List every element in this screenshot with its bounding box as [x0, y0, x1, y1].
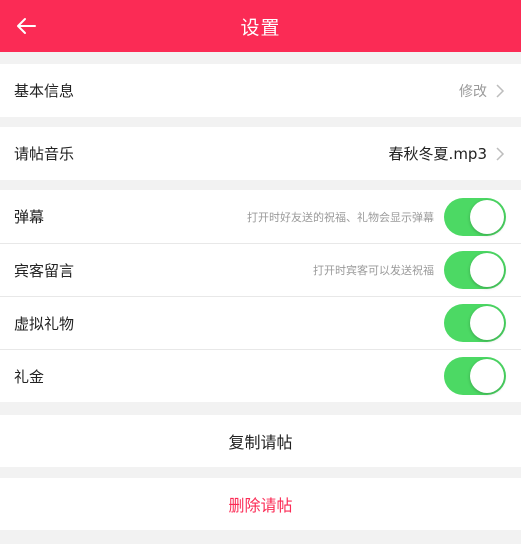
- danmaku-label: 弹幕: [14, 208, 45, 226]
- basic-info-label: 基本信息: [14, 82, 75, 100]
- toggle-knob: [470, 359, 504, 393]
- chevron-right-icon: [496, 83, 505, 98]
- delete-invitation-button[interactable]: 删除请帖: [0, 478, 521, 530]
- basic-info-row[interactable]: 基本信息 修改: [0, 64, 521, 117]
- music-section: 请帖音乐 春秋冬夏.mp3: [0, 127, 521, 180]
- toggle-knob: [470, 253, 504, 287]
- virtual-gift-toggle[interactable]: [444, 304, 506, 342]
- virtual-gift-row: 虚拟礼物: [0, 296, 521, 349]
- header-bar: 设置: [0, 0, 521, 52]
- basic-info-edit[interactable]: 修改: [459, 81, 505, 101]
- back-button[interactable]: [10, 10, 42, 42]
- guest-message-row: 宾客留言 打开时宾客可以发送祝福: [0, 243, 521, 296]
- gift-money-label: 礼金: [14, 367, 45, 386]
- toggle-knob: [470, 199, 504, 234]
- danmaku-hint: 打开时好友送的祝福、礼物会显示弹幕: [247, 210, 434, 224]
- chevron-right-icon: [496, 146, 505, 161]
- toggle-knob: [470, 306, 504, 340]
- guest-message-toggle[interactable]: [444, 251, 506, 289]
- gift-money-row: 礼金: [0, 349, 521, 402]
- virtual-gift-label: 虚拟礼物: [14, 314, 75, 333]
- gift-money-toggle[interactable]: [444, 357, 506, 395]
- page-title: 设置: [240, 16, 281, 39]
- danmaku-toggle[interactable]: [444, 197, 506, 236]
- arrow-left-icon: [17, 18, 36, 34]
- music-select[interactable]: 春秋冬夏.mp3: [389, 143, 505, 164]
- basic-info-section: 基本信息 修改: [0, 64, 521, 117]
- toggles-section: 弹幕 打开时好友送的祝福、礼物会显示弹幕 宾客留言 打开时宾客可以发送祝福 虚拟…: [0, 190, 521, 402]
- music-label: 请帖音乐: [14, 145, 75, 163]
- guest-message-label: 宾客留言: [14, 261, 75, 280]
- copy-invitation-button[interactable]: 复制请帖: [0, 415, 521, 467]
- edit-link-label: 修改: [459, 83, 487, 100]
- danmaku-row: 弹幕 打开时好友送的祝福、礼物会显示弹幕: [0, 190, 521, 243]
- music-row[interactable]: 请帖音乐 春秋冬夏.mp3: [0, 127, 521, 180]
- guest-message-hint: 打开时宾客可以发送祝福: [313, 264, 434, 277]
- music-value: 春秋冬夏.mp3: [388, 145, 487, 163]
